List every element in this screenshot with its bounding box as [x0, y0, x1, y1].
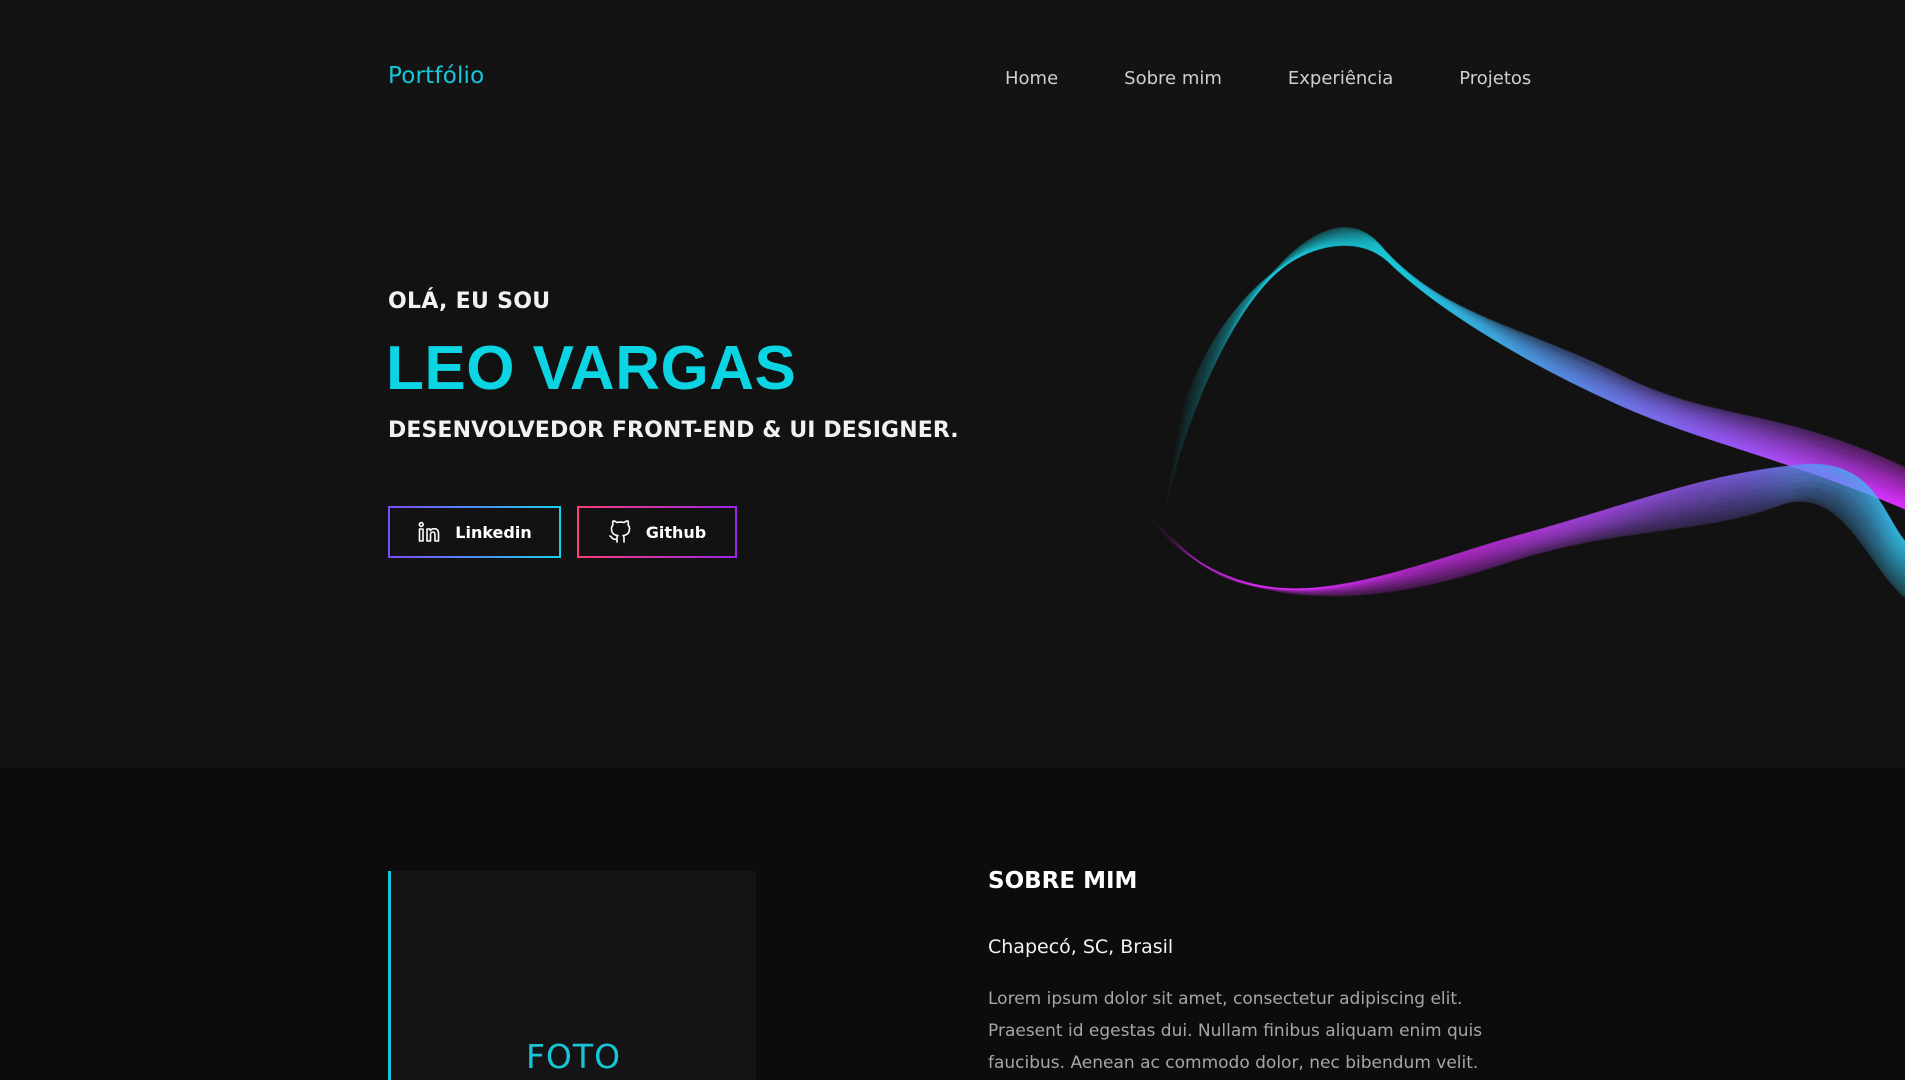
photo-placeholder: FOTO	[388, 871, 756, 1080]
nav-links: Home Sobre mim Experiência Projetos	[1005, 68, 1531, 89]
nav-link-sobre-mim[interactable]: Sobre mim	[1124, 68, 1222, 89]
social-buttons: Linkedin Github	[388, 506, 737, 558]
github-button[interactable]: Github	[577, 506, 737, 558]
hero-role: DESENVOLVEDOR FRONT-END & UI DESIGNER.	[388, 418, 959, 443]
logo[interactable]: Portfólio	[388, 63, 484, 89]
linkedin-button-label: Linkedin	[455, 522, 532, 542]
navbar: Portfólio Home Sobre mim Experiência Pro…	[0, 0, 1905, 135]
page: Portfólio Home Sobre mim Experiência Pro…	[0, 0, 1905, 1080]
hero-greeting: OLÁ, EU SOU	[388, 289, 551, 314]
nav-link-projetos[interactable]: Projetos	[1459, 68, 1531, 89]
photo-label: FOTO	[525, 1037, 622, 1076]
nav-link-home[interactable]: Home	[1005, 68, 1058, 89]
github-icon	[608, 520, 632, 544]
about-title: SOBRE MIM	[988, 868, 1138, 894]
hero-section: OLÁ, EU SOU LEO VARGAS DESENVOLVEDOR FRO…	[0, 135, 1905, 768]
linkedin-button[interactable]: Linkedin	[388, 506, 561, 558]
linkedin-icon	[417, 520, 441, 544]
github-button-label: Github	[645, 522, 707, 542]
about-location: Chapecó, SC, Brasil	[988, 936, 1174, 958]
hero-name: LEO VARGAS	[386, 334, 797, 403]
nav-link-experiencia[interactable]: Experiência	[1288, 68, 1393, 89]
about-text: Lorem ipsum dolor sit amet, consectetur …	[988, 989, 1483, 1073]
about-section: FOTO SOBRE MIM Chapecó, SC, Brasil Lorem…	[0, 768, 1905, 1080]
wave-graphic	[1140, 226, 1905, 598]
